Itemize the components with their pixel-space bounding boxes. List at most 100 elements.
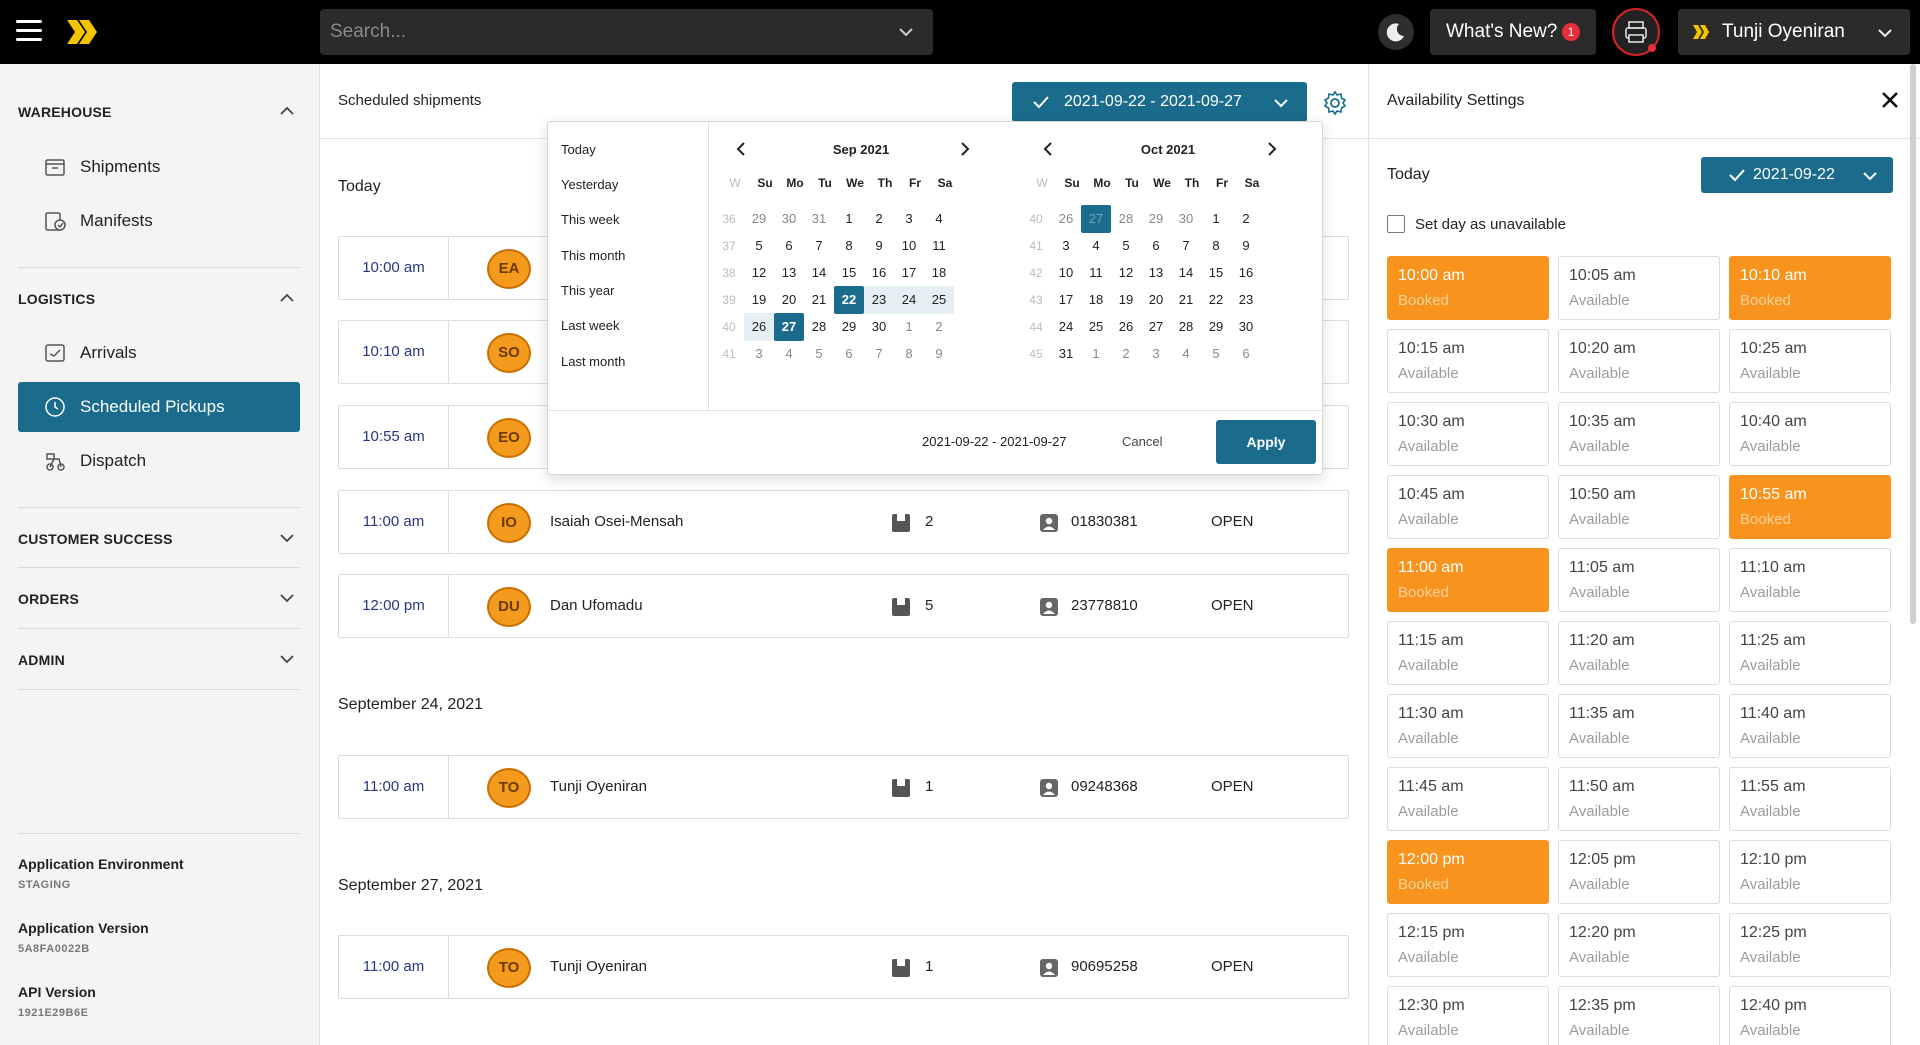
chevron-down-icon[interactable] [278,589,296,607]
calendar-day[interactable]: 28 [804,313,834,341]
time-slot[interactable]: 12:30 pm Available [1387,986,1549,1045]
section-admin-header[interactable]: ADMIN [18,652,65,668]
calendar-day[interactable]: 4 [774,340,804,368]
time-slot[interactable]: 12:05 pm Available [1558,840,1720,904]
calendar-day[interactable]: 8 [834,232,864,260]
calendar-day[interactable]: 31 [804,205,834,233]
calendar-day[interactable]: 30 [864,313,894,341]
calendar-day[interactable]: 2 [924,313,954,341]
calendar-day[interactable]: 31 [1051,340,1081,368]
calendar-day[interactable]: 4 [924,205,954,233]
time-slot[interactable]: 11:20 am Available [1558,621,1720,685]
calendar-day[interactable]: 6 [774,232,804,260]
calendar-day[interactable]: 5 [804,340,834,368]
calendar-day[interactable]: 17 [894,259,924,287]
calendar-day[interactable]: 30 [1171,205,1201,233]
calendar-day[interactable]: 3 [1051,232,1081,260]
chevron-up-icon[interactable] [278,102,296,120]
calendar-day[interactable]: 19 [744,286,774,314]
calendar-day[interactable]: 14 [1171,259,1201,287]
table-row[interactable]: 11:00 am TO Tunji Oyeniran 1 90695258 OP… [338,935,1349,999]
calendar-day[interactable]: 20 [774,286,804,314]
calendar-day[interactable]: 10 [894,232,924,260]
printer-button[interactable] [1612,8,1660,56]
scrollbar[interactable] [1910,64,1916,624]
preset-today[interactable]: Today [561,142,596,157]
time-slot[interactable]: 10:50 am Available [1558,475,1720,539]
calendar-day[interactable]: 17 [1051,286,1081,314]
date-select-button[interactable]: 2021-09-22 [1701,157,1893,193]
calendar-day[interactable]: 11 [924,232,954,260]
time-slot[interactable]: 11:50 am Available [1558,767,1720,831]
calendar-day[interactable]: 18 [1081,286,1111,314]
search-input[interactable] [330,9,870,55]
calendar-day[interactable]: 21 [1171,286,1201,314]
gear-icon[interactable] [1322,90,1348,116]
calendar-day[interactable]: 16 [1231,259,1261,287]
calendar-day[interactable]: 29 [1141,205,1171,233]
calendar-day[interactable]: 27 [1081,205,1111,233]
calendar-day[interactable]: 4 [1081,232,1111,260]
sidebar-item-scheduled-pickups[interactable]: Scheduled Pickups [18,382,300,432]
table-row[interactable]: 11:00 am TO Tunji Oyeniran 1 09248368 OP… [338,755,1349,819]
preset-this-year[interactable]: This year [561,283,614,298]
calendar-day[interactable]: 13 [774,259,804,287]
calendar-day[interactable]: 5 [744,232,774,260]
table-row[interactable]: 11:00 am IO Isaiah Osei-Mensah 2 0183038… [338,490,1349,554]
calendar-day[interactable]: 1 [894,313,924,341]
time-slot[interactable]: 11:10 am Available [1729,548,1891,612]
time-slot[interactable]: 11:05 am Available [1558,548,1720,612]
sidebar-item-shipments[interactable]: Shipments [18,142,300,192]
calendar-day[interactable]: 7 [1171,232,1201,260]
user-menu[interactable]: Tunji Oyeniran [1678,9,1910,55]
chevron-up-icon[interactable] [278,289,296,307]
calendar-day[interactable]: 18 [924,259,954,287]
calendar-day[interactable]: 27 [1141,313,1171,341]
calendar-day[interactable]: 8 [1201,232,1231,260]
time-slot[interactable]: 11:55 am Available [1729,767,1891,831]
sidebar-item-manifests[interactable]: Manifests [18,196,300,246]
calendar-day[interactable]: 30 [774,205,804,233]
time-slot[interactable]: 12:10 pm Available [1729,840,1891,904]
time-slot[interactable]: 12:25 pm Available [1729,913,1891,977]
section-orders-header[interactable]: ORDERS [18,591,79,607]
chevron-down-icon[interactable] [278,650,296,668]
calendar-day[interactable]: 29 [1201,313,1231,341]
preset-this-month[interactable]: This month [561,248,625,263]
time-slot[interactable]: 10:45 am Available [1387,475,1549,539]
calendar-day[interactable]: 3 [744,340,774,368]
calendar-day[interactable]: 23 [1231,286,1261,314]
table-row[interactable]: 12:00 pm DU Dan Ufomadu 5 23778810 OPEN [338,574,1349,638]
calendar-day[interactable]: 24 [894,286,924,314]
calendar-day[interactable]: 25 [924,286,954,314]
chevron-down-icon[interactable] [897,23,915,41]
time-slot[interactable]: 10:10 am Booked [1729,256,1891,320]
calendar-day[interactable]: 6 [834,340,864,368]
calendar-day[interactable]: 1 [1201,205,1231,233]
calendar-day[interactable]: 7 [804,232,834,260]
apply-button[interactable]: Apply [1216,420,1316,464]
time-slot[interactable]: 11:00 am Booked [1387,548,1549,612]
time-slot[interactable]: 11:15 am Available [1387,621,1549,685]
calendar-day[interactable]: 12 [744,259,774,287]
calendar-day[interactable]: 15 [834,259,864,287]
calendar-day[interactable]: 26 [1111,313,1141,341]
calendar-day[interactable]: 10 [1051,259,1081,287]
time-slot[interactable]: 10:30 am Available [1387,402,1549,466]
time-slot[interactable]: 11:25 am Available [1729,621,1891,685]
chevron-right-icon[interactable] [957,141,973,157]
calendar-day[interactable]: 3 [1141,340,1171,368]
calendar-day[interactable]: 22 [1201,286,1231,314]
calendar-day[interactable]: 9 [1231,232,1261,260]
chevron-down-icon[interactable] [278,529,296,547]
calendar-day[interactable]: 28 [1111,205,1141,233]
preset-this-week[interactable]: This week [561,212,620,227]
calendar-day[interactable]: 9 [864,232,894,260]
time-slot[interactable]: 12:35 pm Available [1558,986,1720,1045]
time-slot[interactable]: 12:00 pm Booked [1387,840,1549,904]
time-slot[interactable]: 10:20 am Available [1558,329,1720,393]
time-slot[interactable]: 11:40 am Available [1729,694,1891,758]
calendar-day[interactable]: 27 [774,313,804,341]
calendar-day[interactable]: 21 [804,286,834,314]
calendar-day[interactable]: 8 [894,340,924,368]
